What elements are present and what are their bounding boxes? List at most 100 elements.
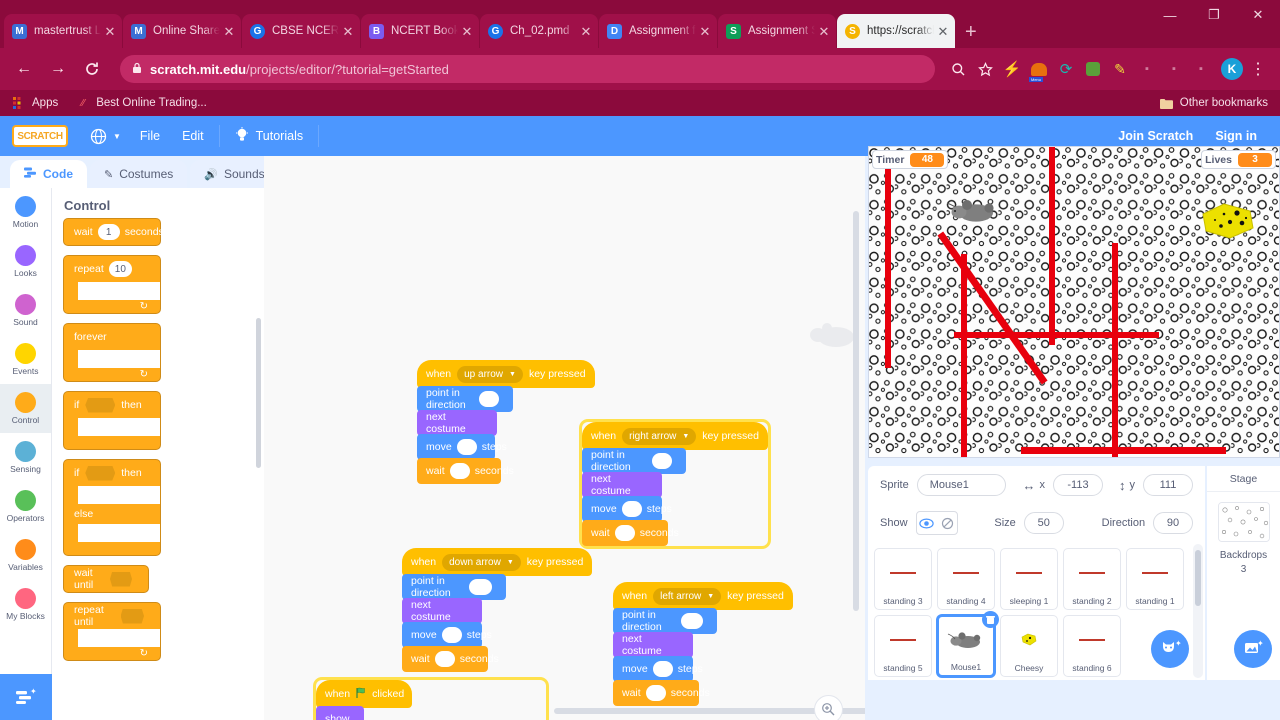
- palette-block-repeat[interactable]: repeat 10 ↻: [64, 256, 160, 313]
- cheese-sprite[interactable]: [1200, 202, 1256, 242]
- reload-icon[interactable]: [78, 55, 106, 83]
- scratch-logo[interactable]: SCRATCH: [12, 125, 68, 147]
- browser-tab[interactable]: S Assignment Sta ✕: [718, 14, 836, 48]
- direction-input[interactable]: 90: [651, 453, 672, 469]
- other-bookmarks[interactable]: Other bookmarks: [1160, 96, 1268, 110]
- search-icon[interactable]: [946, 57, 970, 81]
- move-steps-block[interactable]: move 10 steps: [417, 434, 507, 460]
- sprite-card[interactable]: sleeping 1: [1000, 548, 1058, 610]
- palette-block-forever[interactable]: forever ↻: [64, 324, 160, 381]
- when-key-pressed-block[interactable]: when left arrow ▼ key pressed: [613, 582, 793, 610]
- move-steps-block[interactable]: move 10 steps: [613, 656, 703, 682]
- wait-input[interactable]: .1: [434, 651, 455, 667]
- add-sprite-button[interactable]: ✦: [1151, 630, 1189, 668]
- category-control[interactable]: Control: [0, 384, 51, 433]
- next-costume-block[interactable]: next costume: [417, 410, 497, 436]
- category-motion[interactable]: Motion: [0, 188, 51, 237]
- down-arrow-script[interactable]: when down arrow ▼ key pressed point in di…: [402, 548, 593, 672]
- y-input[interactable]: 111: [1142, 474, 1193, 496]
- wait-input[interactable]: 1: [645, 685, 666, 701]
- direction-input[interactable]: 180: [468, 579, 492, 595]
- add-backdrop-button[interactable]: ✦: [1234, 630, 1272, 668]
- block-boolean-slot[interactable]: [85, 397, 116, 413]
- ext-pencil-icon[interactable]: ✎: [1108, 57, 1132, 81]
- ext-lightning-icon[interactable]: ⚡: [1000, 57, 1024, 81]
- point-in-direction-block[interactable]: point in direction -90: [613, 608, 717, 634]
- sprite-card[interactable]: standing 2: [1063, 548, 1121, 610]
- steps-input[interactable]: 10: [621, 501, 642, 517]
- wait-seconds-block[interactable]: wait 1 seconds: [613, 680, 710, 706]
- ext-small-1[interactable]: ▪: [1135, 57, 1159, 81]
- key-dropdown[interactable]: left arrow ▼: [653, 587, 722, 605]
- sprite-name-input[interactable]: Mouse1: [916, 474, 1007, 496]
- point-in-direction-block[interactable]: point in direction 0: [417, 386, 513, 412]
- eye-slash-icon[interactable]: [937, 512, 957, 534]
- when-key-pressed-block[interactable]: when down arrow ▼ key pressed: [402, 548, 593, 576]
- language-selector[interactable]: ▼: [82, 128, 129, 145]
- menu-edit[interactable]: Edit: [171, 116, 215, 156]
- bookmark-trading[interactable]: ⁄⁄ Best Online Trading...: [76, 96, 207, 110]
- next-costume-block[interactable]: next costume: [402, 598, 482, 624]
- direction-input[interactable]: 0: [479, 391, 499, 407]
- category-sensing[interactable]: Sensing: [0, 433, 51, 482]
- move-steps-block[interactable]: move 10 steps: [402, 622, 492, 648]
- show-block[interactable]: show: [316, 706, 364, 720]
- palette-block-repeat-until[interactable]: repeat until ↻: [64, 603, 160, 660]
- category-looks[interactable]: Looks: [0, 237, 51, 286]
- stage-thumbnail[interactable]: [1217, 502, 1270, 542]
- category-events[interactable]: Events: [0, 335, 51, 384]
- tab-code[interactable]: Code: [10, 160, 87, 188]
- delete-icon[interactable]: [982, 611, 999, 628]
- bookmark-apps[interactable]: Apps: [12, 96, 58, 110]
- x-input[interactable]: -113: [1052, 474, 1103, 496]
- tab-close-icon[interactable]: ✕: [580, 25, 592, 38]
- code-workspace[interactable]: when up arrow ▼ key pressed point in dire…: [264, 156, 865, 720]
- block-input[interactable]: 10: [108, 261, 132, 277]
- browser-menu-icon[interactable]: ⋮: [1246, 57, 1270, 81]
- direction-input[interactable]: -90: [680, 613, 703, 629]
- direction-input[interactable]: 90: [1153, 512, 1193, 534]
- add-extension-button[interactable]: ✦: [0, 674, 52, 720]
- browser-tab[interactable]: B NCERT Books F ✕: [361, 14, 479, 48]
- point-in-direction-block[interactable]: point in direction 180: [402, 574, 506, 600]
- when-key-pressed-block[interactable]: when right arrow ▼ key pressed: [582, 422, 768, 450]
- minimize-button[interactable]: —: [1148, 0, 1192, 30]
- stage-selector-pane[interactable]: Stage Backdrops 3 ✦: [1207, 466, 1280, 680]
- palette-scrollbar[interactable]: [256, 318, 261, 468]
- next-costume-block[interactable]: next costume: [582, 472, 662, 498]
- size-input[interactable]: 50: [1023, 512, 1064, 534]
- back-icon[interactable]: ←: [10, 55, 38, 83]
- when-key-pressed-block[interactable]: when up arrow ▼ key pressed: [417, 360, 595, 388]
- key-dropdown[interactable]: up arrow ▼: [457, 365, 523, 383]
- tab-close-icon[interactable]: ✕: [937, 25, 949, 38]
- eye-icon[interactable]: [917, 512, 937, 534]
- browser-tab[interactable]: G CBSE NCERT W ✕: [242, 14, 360, 48]
- palette-block-wait[interactable]: wait 1 seconds: [64, 219, 164, 245]
- browser-tab[interactable]: M Online Share/St ✕: [123, 14, 241, 48]
- tab-close-icon[interactable]: ✕: [342, 25, 354, 38]
- sprite-card[interactable]: standing 6: [1063, 615, 1121, 677]
- palette-block-if[interactable]: if then: [64, 392, 160, 449]
- tab-close-icon[interactable]: ✕: [461, 25, 473, 38]
- tab-close-icon[interactable]: ✕: [818, 25, 830, 38]
- ext-small-2[interactable]: ▪: [1162, 57, 1186, 81]
- menu-file[interactable]: File: [129, 116, 171, 156]
- palette-block-wait-until[interactable]: wait until: [64, 566, 148, 592]
- up-arrow-script[interactable]: when up arrow ▼ key pressed point in dire…: [417, 360, 595, 484]
- sprite-card[interactable]: standing 3: [874, 548, 932, 610]
- sprite-card[interactable]: standing 1: [1126, 548, 1184, 610]
- right-arrow-script[interactable]: when right arrow ▼ key pressed point in d…: [582, 422, 768, 546]
- new-tab-button[interactable]: +: [965, 22, 977, 42]
- close-window-button[interactable]: ✕: [1236, 0, 1280, 30]
- stage-canvas[interactable]: Timer 48 Lives 3: [868, 146, 1280, 458]
- wait-input[interactable]: .1: [614, 525, 635, 541]
- zoom-in-button[interactable]: [814, 695, 843, 720]
- when-flag-clicked-block[interactable]: when clicked: [316, 680, 412, 708]
- category-sound[interactable]: Sound: [0, 286, 51, 335]
- mouse-sprite[interactable]: [945, 197, 1001, 225]
- menu-tutorials[interactable]: Tutorials: [224, 116, 314, 156]
- browser-tab[interactable]: G Ch_02.pmd ✕: [480, 14, 598, 48]
- wait-seconds-block[interactable]: wait .1 seconds: [417, 458, 514, 484]
- sprite-card[interactable]: standing 4: [937, 548, 995, 610]
- block-input[interactable]: 1: [97, 224, 120, 240]
